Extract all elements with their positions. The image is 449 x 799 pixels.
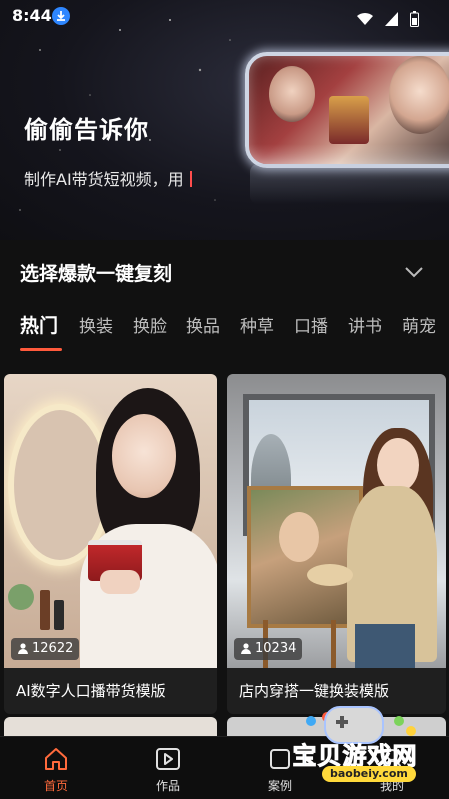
tab-recommend[interactable]: 种草 [240,312,274,337]
hero-title: 偷偷告诉你 [24,116,149,144]
hero-banner[interactable]: 偷偷告诉你 制作AI带货短视频，用 [0,0,449,240]
battery-icon [410,10,419,27]
watermark-url: baobeiy.com [322,766,416,782]
play-icon [156,748,180,770]
template-card[interactable]: 12622 AI数字人口播带货模版 [4,374,217,714]
template-card[interactable]: 10234 店内穿搭一键换装模版 [227,374,446,714]
user-icon [241,643,251,654]
tab-hot[interactable]: 热门 [20,311,58,338]
section-title: 选择爆款一键复刻 [20,263,173,285]
status-time: 8:44 [12,6,52,25]
card-thumbnail: 10234 [227,374,446,668]
status-bar: 8:44 [0,0,449,32]
hero-portal-image [245,52,449,168]
usage-count-badge: 10234 [234,638,303,660]
signal-icon [384,11,398,26]
card-thumbnail: 12622 [4,374,217,668]
tab-faceswap[interactable]: 换脸 [133,312,167,337]
chevron-down-icon[interactable] [402,262,426,282]
tab-talk[interactable]: 口播 [294,312,328,337]
tab-book[interactable]: 讲书 [348,312,382,337]
home-icon [45,748,67,770]
site-watermark: 宝贝游戏网 baobeiy.com [270,706,440,796]
category-tabs: 热门 换装 换脸 换品 种草 口播 讲书 萌宠 [0,312,449,356]
hero-subtitle: 制作AI带货短视频，用 [24,166,192,190]
nav-works-label: 作品 [155,779,180,793]
card-title: AI数字人口播带货模版 [16,682,166,700]
user-icon [18,643,28,654]
system-icons [350,8,419,27]
card-title: 店内穿搭一键换装模版 [239,682,390,700]
tab-outfit[interactable]: 换装 [79,312,113,337]
portal-reflection [250,164,449,204]
download-notification-icon [52,7,70,25]
tab-product[interactable]: 换品 [186,312,220,337]
active-tab-indicator [20,348,62,351]
tab-pets[interactable]: 萌宠 [402,312,436,337]
nav-home[interactable]: 首页 [16,737,96,799]
wifi-icon [356,12,373,25]
usage-count-badge: 12622 [11,638,80,660]
typing-cursor [189,171,192,187]
watermark-dots [306,716,316,726]
nav-home-label: 首页 [43,779,68,793]
nav-works[interactable]: 作品 [128,737,208,799]
